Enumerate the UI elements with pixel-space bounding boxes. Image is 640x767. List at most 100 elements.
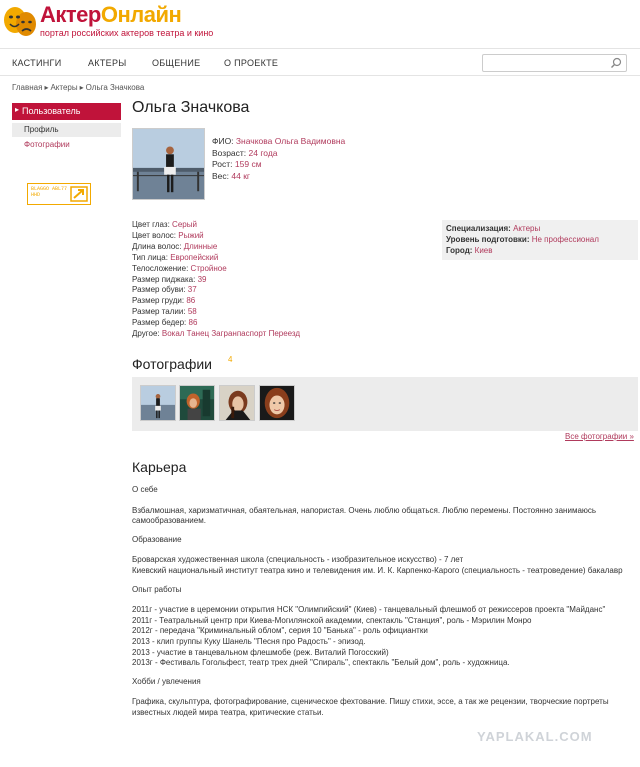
sidebar-banner[interactable]: BLAGGO ABL77 HHD <box>27 183 91 205</box>
career-section-title: Карьера <box>132 459 187 475</box>
attribute-row: Цвет глаз: Серый <box>132 220 300 231</box>
info-value[interactable]: Не профессионал <box>532 235 599 244</box>
fio-row: ФИО: Значкова Ольга Вадимовна <box>212 136 345 148</box>
attribute-value[interactable]: Стройное <box>191 264 227 273</box>
logo-part-2: Онлайн <box>100 2 182 27</box>
career-section: О себе Взбалмошная, харизматичная, обаят… <box>132 485 638 719</box>
attribute-value[interactable]: Длинные <box>184 242 218 251</box>
search-box <box>482 54 627 72</box>
attribute-value[interactable]: 37 <box>188 285 197 294</box>
banner-text: BLAGGO ABL77 HHD <box>31 186 68 198</box>
watermark: YAPLAKAL.COM <box>477 729 593 744</box>
attribute-label: Размер бедер: <box>132 318 187 328</box>
search-icon[interactable] <box>610 57 622 69</box>
site-header: АктерОнлайн портал российских актеров те… <box>0 0 640 48</box>
photos-count-badge: 4 <box>228 355 233 364</box>
attribute-label: Другое: <box>132 329 160 339</box>
nav-item-castings[interactable]: КАСТИНГИ <box>12 58 61 68</box>
attribute-value[interactable]: Европейский <box>170 253 218 262</box>
photo-gallery <box>132 377 638 431</box>
profile-main-info: ФИО: Значкова Ольга Вадимовна Возраст: 2… <box>212 136 345 182</box>
specialization-box: Специализация: Актеры Уровень подготовки… <box>442 220 638 260</box>
education-line: Киевский национальный институт театра ки… <box>132 565 623 575</box>
breadcrumb: Главная ▸ Актеры ▸ Ольга Значкова <box>12 83 144 92</box>
all-photos-link[interactable]: Все фотографии » <box>565 432 634 441</box>
age-row: Возраст: 24 года <box>212 148 345 160</box>
attribute-value[interactable]: 86 <box>189 318 198 327</box>
hobby-text: Графика, скульптура, фотографирование, с… <box>132 697 609 717</box>
education-title: Образование <box>132 534 182 544</box>
sidebar-header[interactable]: Пользователь <box>12 103 121 120</box>
photo-thumbnail[interactable] <box>259 385 295 421</box>
attribute-label: Цвет глаз: <box>132 220 170 229</box>
age-label: Возраст: <box>212 147 247 158</box>
height-value: 159 см <box>234 159 262 169</box>
attribute-row: Размер груди: 86 <box>132 296 300 307</box>
attribute-label: Тип лица: <box>132 252 168 262</box>
info-value[interactable]: Актеры <box>513 224 540 233</box>
attribute-row: Размер бедер: 86 <box>132 318 300 329</box>
page-title: Ольга Значкова <box>132 99 250 116</box>
attribute-value[interactable]: 86 <box>186 296 195 305</box>
age-value: 24 года <box>248 147 278 158</box>
breadcrumb-separator-icon: ▸ <box>79 83 84 92</box>
weight-row: Вес: 44 кг <box>212 171 345 183</box>
search-input[interactable] <box>487 57 605 69</box>
breadcrumb-home[interactable]: Главная <box>12 83 42 92</box>
nav-item-community[interactable]: ОБЩЕНИЕ <box>152 58 200 68</box>
logo-part-1: Актер <box>40 2 101 27</box>
fio-label: ФИО: <box>212 136 234 146</box>
attribute-row: Телосложение: Стройное <box>132 264 300 275</box>
nav-item-about[interactable]: О ПРОЕКТЕ <box>224 58 278 68</box>
about-text: Взбалмошная, харизматичная, обаятельная,… <box>132 505 597 526</box>
attribute-value[interactable]: Серый <box>172 220 197 229</box>
theatre-masks-icon[interactable] <box>2 4 38 40</box>
info-value[interactable]: Киев <box>475 246 493 255</box>
nav-item-actors[interactable]: АКТЕРЫ <box>88 58 127 68</box>
profile-photo[interactable] <box>132 128 205 200</box>
weight-label: Вес: <box>212 170 230 181</box>
site-tagline: портал российских актеров театра и кино <box>40 28 214 38</box>
attribute-label: Размер обуви: <box>132 285 186 295</box>
site-logo[interactable]: АктерОнлайн <box>40 2 182 28</box>
attribute-label: Размер пиджака: <box>132 274 196 284</box>
breadcrumb-actors[interactable]: Актеры <box>50 83 77 92</box>
experience-line: 2013 - клип группы Куку Шанель "Песня пр… <box>132 636 366 646</box>
experience-line: 2012г - передача "Криминальный облом", с… <box>132 626 428 636</box>
hobby-title: Хобби / увлечения <box>132 676 201 686</box>
info-label: Специализация: <box>446 224 511 233</box>
attribute-label: Длина волос: <box>132 241 182 251</box>
attribute-value[interactable]: 58 <box>188 307 197 316</box>
experience-line: 2013 - участие в танцевальном флешмобе (… <box>132 647 389 657</box>
attribute-value[interactable]: 39 <box>198 275 207 284</box>
attribute-row: Другое: Вокал Танец Загранпаспорт Переез… <box>132 329 300 340</box>
photo-thumbnail[interactable] <box>140 385 176 421</box>
attribute-row: Размер обуви: 37 <box>132 285 300 296</box>
attribute-label: Телосложение: <box>132 263 189 273</box>
attribute-label: Размер талии: <box>132 307 186 317</box>
attribute-row: Цвет волос: Рыжий <box>132 231 300 242</box>
arrow-up-right-icon <box>70 186 88 202</box>
attribute-label: Размер груди: <box>132 296 185 306</box>
attribute-label: Цвет волос: <box>132 230 177 240</box>
height-row: Рост: 159 см <box>212 159 345 171</box>
about-title: О себе <box>132 485 158 494</box>
experience-title: Опыт работы <box>132 584 182 594</box>
attribute-row: Длина волос: Длинные <box>132 242 300 253</box>
info-row: Специализация: Актеры <box>446 223 634 234</box>
attribute-row: Размер талии: 58 <box>132 307 300 318</box>
info-label: Город: <box>446 246 473 255</box>
attribute-value[interactable]: Вокал Танец Загранпаспорт Переезд <box>162 329 300 338</box>
photo-thumbnail[interactable] <box>179 385 215 421</box>
attribute-row: Тип лица: Европейский <box>132 253 300 264</box>
info-label: Уровень подготовки: <box>446 235 530 244</box>
photo-thumbnail[interactable] <box>219 385 255 421</box>
breadcrumb-separator-icon: ▸ <box>44 83 49 92</box>
attribute-value[interactable]: Рыжий <box>178 231 203 240</box>
info-row: Город: Киев <box>446 245 634 256</box>
sidebar-item-photos[interactable]: Фотографии <box>12 138 121 152</box>
attribute-row: Размер пиджака: 39 <box>132 275 300 286</box>
experience-line: 2013г - Фестиваль Гогольфест, театр трех… <box>132 658 510 668</box>
photos-section-title: Фотографии <box>132 356 213 372</box>
sidebar-item-profile[interactable]: Профиль <box>12 123 121 137</box>
